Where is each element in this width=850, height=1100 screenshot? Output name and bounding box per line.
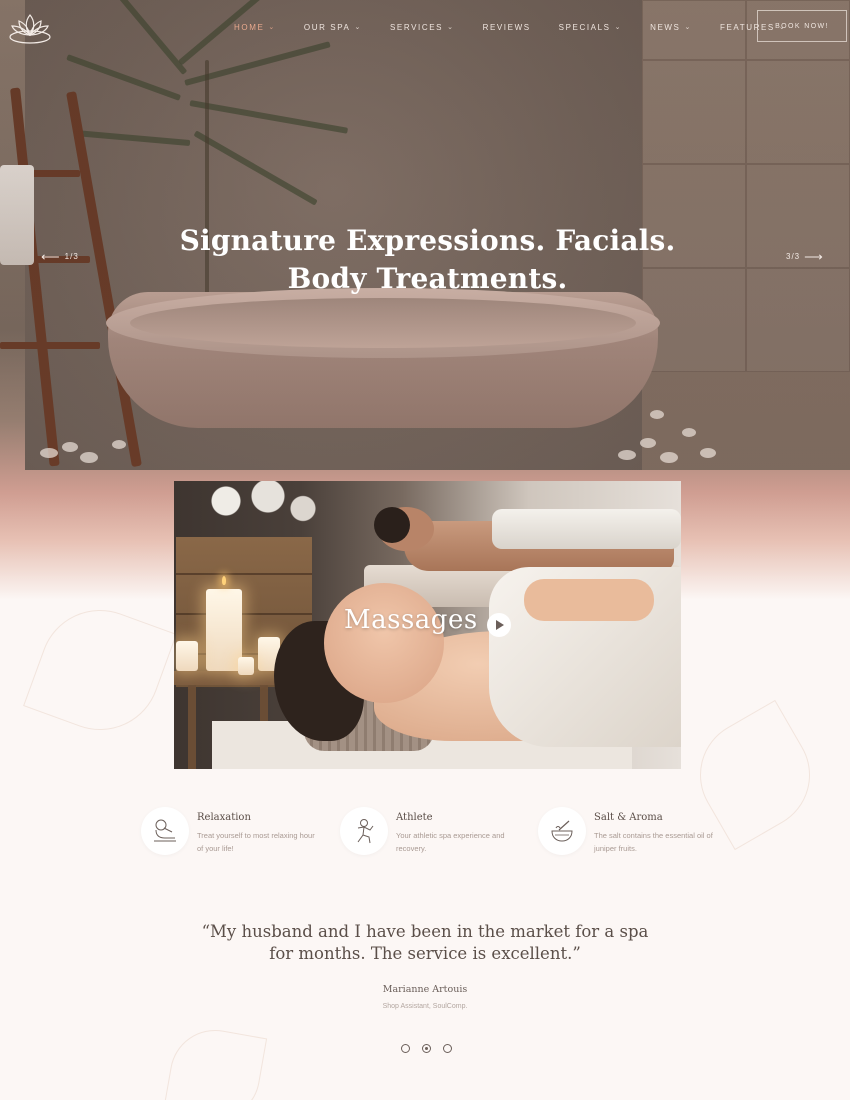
- candle-flame: [222, 576, 226, 585]
- decorative-flower: [162, 1022, 268, 1100]
- main-nav: HOME ⌄ OUR SPA ⌄ SERVICES ⌄ REVIEWS SPECIAL…: [234, 22, 814, 32]
- chevron-down-icon: ⌄: [447, 24, 455, 31]
- testimonial-quote: “My husband and I have been in the marke…: [180, 921, 670, 965]
- nav-label: SERVICES: [389, 22, 444, 32]
- chevron-down-icon: ⌄: [614, 24, 623, 31]
- pagination-dot[interactable]: [401, 1044, 410, 1053]
- slide-prev-counter: 1/3: [64, 252, 79, 261]
- nav-item-reviews[interactable]: REVIEWS: [483, 22, 531, 32]
- nav-label: HOME: [234, 22, 265, 32]
- hero-title: Signature Expressions. Facials. Body Tre…: [150, 222, 705, 298]
- athlete-icon: [340, 807, 388, 855]
- testimonial-pagination: [401, 1044, 464, 1053]
- feature-title: Relaxation: [197, 812, 251, 823]
- nav-label: OUR SPA: [303, 22, 351, 32]
- nav-item-specials[interactable]: SPECIALS ⌄: [559, 22, 622, 32]
- feature-athlete: Athlete Your athletic spa experience and…: [340, 805, 518, 855]
- arrow-left-icon: ⟵: [41, 249, 61, 264]
- video-woman-face: [324, 583, 444, 703]
- candle: [176, 641, 198, 671]
- nav-item-news[interactable]: NEWS ⌄: [650, 22, 692, 32]
- slider-prev-button[interactable]: ⟵ 1/3: [37, 250, 79, 263]
- pagination-dot-active[interactable]: [422, 1044, 431, 1053]
- chevron-down-icon: ⌄: [354, 24, 362, 31]
- feature-text: Your athletic spa experience and recover…: [396, 831, 505, 853]
- pagination-dot[interactable]: [443, 1044, 452, 1053]
- chevron-down-icon: ⌄: [684, 24, 692, 31]
- arrow-right-icon: ⟶: [804, 249, 824, 264]
- nav-label: REVIEWS: [482, 22, 531, 32]
- quote-line2: for months. The service is excellent.”: [269, 944, 581, 963]
- salt-aroma-icon: [538, 807, 586, 855]
- video-woman-hands: [524, 579, 654, 621]
- hero-title-line2: Body Treatments.: [287, 262, 568, 295]
- decorative-flower: [23, 593, 177, 747]
- nav-label: SPECIALS: [558, 22, 611, 32]
- feature-text: Treat yourself to most relaxing hour of …: [197, 831, 315, 853]
- nav-item-home[interactable]: HOME ⌄: [234, 22, 276, 32]
- slide-next-counter: 3/3: [786, 252, 801, 261]
- feature-text: The salt contains the essential oil of j…: [594, 831, 713, 853]
- play-icon[interactable]: [487, 613, 511, 637]
- slider-next-button[interactable]: 3/3 ⟶: [786, 250, 828, 263]
- book-now-button[interactable]: BOOK NOW!: [757, 10, 847, 42]
- feature-relaxation: Relaxation Treat yourself to most relaxi…: [141, 805, 319, 855]
- testimonial-author: Marianne Artouis: [382, 984, 468, 995]
- video-man-towel: [492, 509, 681, 549]
- feature-title: Salt & Aroma: [594, 812, 663, 823]
- feature-salt-aroma: Salt & Aroma The salt contains the essen…: [538, 805, 716, 855]
- candle: [206, 589, 242, 671]
- nav-item-our-spa[interactable]: OUR SPA ⌄: [304, 22, 362, 32]
- video-man-hair: [374, 507, 410, 543]
- relaxation-icon: [141, 807, 189, 855]
- feature-title: Athlete: [396, 812, 433, 823]
- lotus-logo-icon[interactable]: [8, 9, 52, 45]
- candle: [238, 657, 254, 675]
- candle-table: [174, 671, 284, 685]
- video-label[interactable]: Massages: [344, 605, 478, 635]
- hero-title-line1: Signature Expressions. Facials.: [179, 224, 676, 257]
- chevron-down-icon: ⌄: [268, 24, 276, 31]
- nav-item-services[interactable]: SERVICES ⌄: [390, 22, 455, 32]
- quote-line1: “My husband and I have been in the marke…: [201, 922, 649, 941]
- table-leg: [188, 685, 196, 769]
- testimonial-role: Shop Assistant, SoulComp.: [382, 1003, 468, 1010]
- nav-label: NEWS: [650, 22, 681, 32]
- video-flowers: [184, 481, 324, 531]
